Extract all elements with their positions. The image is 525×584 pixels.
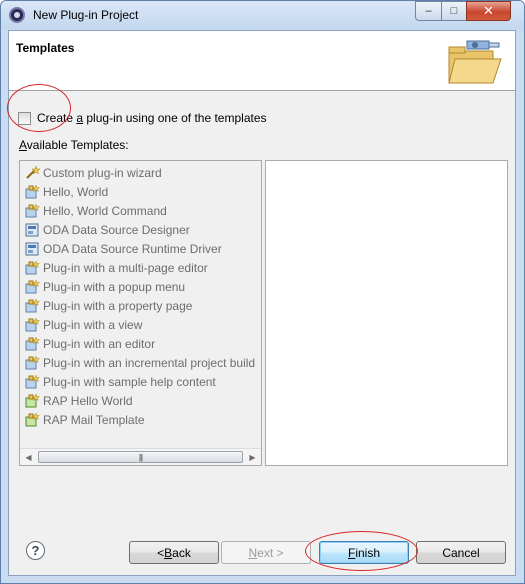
template-label: Plug-in with a multi-page editor bbox=[43, 260, 208, 275]
use-template-label[interactable]: Create a plug-in using one of the templa… bbox=[37, 111, 267, 125]
plugin-template-icon bbox=[24, 259, 41, 276]
oda-icon bbox=[24, 241, 40, 257]
template-list-item[interactable]: Plug-in with an incremental project buil… bbox=[24, 353, 255, 372]
oda-icon bbox=[24, 222, 40, 238]
next-button[interactable]: Next > bbox=[221, 541, 311, 564]
template-list-item[interactable]: Plug-in with a property page bbox=[24, 296, 192, 315]
use-template-checkbox[interactable] bbox=[18, 111, 31, 125]
back-button[interactable]: < Back bbox=[129, 541, 219, 564]
window-title: New Plug-in Project bbox=[33, 8, 139, 22]
page-title: Templates bbox=[16, 41, 75, 55]
template-label: ODA Data Source Designer bbox=[43, 222, 190, 237]
template-list-item[interactable]: Hello, World bbox=[24, 182, 108, 201]
folder-plugin-icon bbox=[448, 40, 502, 84]
template-list-item[interactable]: Plug-in with a popup menu bbox=[24, 277, 185, 296]
finish-button[interactable]: Finish bbox=[319, 541, 409, 564]
plugin-template-icon bbox=[24, 316, 41, 333]
scroll-right-arrow-icon[interactable]: ▶ bbox=[244, 449, 261, 465]
template-list-item[interactable]: ODA Data Source Designer bbox=[24, 220, 190, 239]
title-bar[interactable]: New Plug-in Project – □ ✕ bbox=[1, 1, 524, 29]
template-description-panel bbox=[265, 160, 508, 466]
cancel-button[interactable]: Cancel bbox=[416, 541, 506, 564]
close-button[interactable]: ✕ bbox=[466, 1, 511, 21]
wizard-header: Templates bbox=[9, 31, 515, 91]
plugin-template-icon bbox=[24, 202, 41, 219]
wand-icon bbox=[24, 164, 41, 181]
horizontal-scrollbar[interactable]: ◀ ||| ▶ bbox=[20, 448, 261, 465]
scroll-left-arrow-icon[interactable]: ◀ bbox=[20, 449, 37, 465]
plugin-template-icon bbox=[24, 278, 41, 295]
plugin-template-icon bbox=[24, 183, 41, 200]
plugin-template-icon bbox=[24, 335, 41, 352]
template-label: Hello, World Command bbox=[43, 203, 167, 218]
template-list-item[interactable]: Plug-in with a view bbox=[24, 315, 142, 334]
templates-list[interactable]: Custom plug-in wizard Hello, World Hello, … bbox=[19, 160, 262, 466]
scrollbar-thumb[interactable]: ||| bbox=[38, 451, 243, 463]
plugin-template-icon bbox=[24, 354, 41, 371]
maximize-button[interactable]: □ bbox=[441, 1, 467, 21]
rap-icon bbox=[24, 392, 41, 409]
dialog-body: Templates Create a plug-in using one of … bbox=[7, 30, 516, 576]
help-icon[interactable]: ? bbox=[26, 541, 45, 560]
plugin-template-icon bbox=[24, 297, 41, 314]
use-template-row[interactable]: Create a plug-in using one of the templa… bbox=[18, 110, 267, 126]
template-list-item[interactable]: Plug-in with sample help content bbox=[24, 372, 216, 391]
template-label: Plug-in with a view bbox=[43, 317, 143, 332]
template-label: Plug-in with an incremental project buil… bbox=[43, 355, 256, 370]
template-label: ODA Data Source Runtime Driver bbox=[43, 241, 222, 256]
template-list-item[interactable]: ODA Data Source Runtime Driver bbox=[24, 239, 222, 258]
template-list-item[interactable]: RAP Hello World bbox=[24, 391, 133, 410]
template-label: RAP Hello World bbox=[43, 393, 133, 408]
template-label: Custom plug-in wizard bbox=[43, 165, 162, 180]
plugin-template-icon bbox=[24, 373, 41, 390]
template-label: Plug-in with a popup menu bbox=[43, 279, 186, 294]
eclipse-icon bbox=[9, 7, 25, 23]
available-templates-label: Available Templates: bbox=[19, 138, 129, 152]
template-label: Hello, World bbox=[43, 184, 109, 199]
template-list-item[interactable]: Hello, World Command bbox=[24, 201, 167, 220]
template-label: Plug-in with an editor bbox=[43, 336, 156, 351]
template-label: RAP Mail Template bbox=[43, 412, 145, 427]
template-label: Plug-in with a property page bbox=[43, 298, 193, 313]
rap-icon bbox=[24, 411, 41, 428]
template-list-item[interactable]: RAP Mail Template bbox=[24, 410, 145, 429]
template-list-item[interactable]: Plug-in with an editor bbox=[24, 334, 155, 353]
template-list-item[interactable]: Plug-in with a multi-page editor bbox=[24, 258, 208, 277]
minimize-button[interactable]: – bbox=[415, 1, 442, 21]
template-label: Plug-in with sample help content bbox=[43, 374, 216, 389]
dialog-window: New Plug-in Project – □ ✕ Templates Crea… bbox=[0, 0, 525, 584]
template-list-item[interactable]: Custom plug-in wizard bbox=[24, 163, 162, 182]
